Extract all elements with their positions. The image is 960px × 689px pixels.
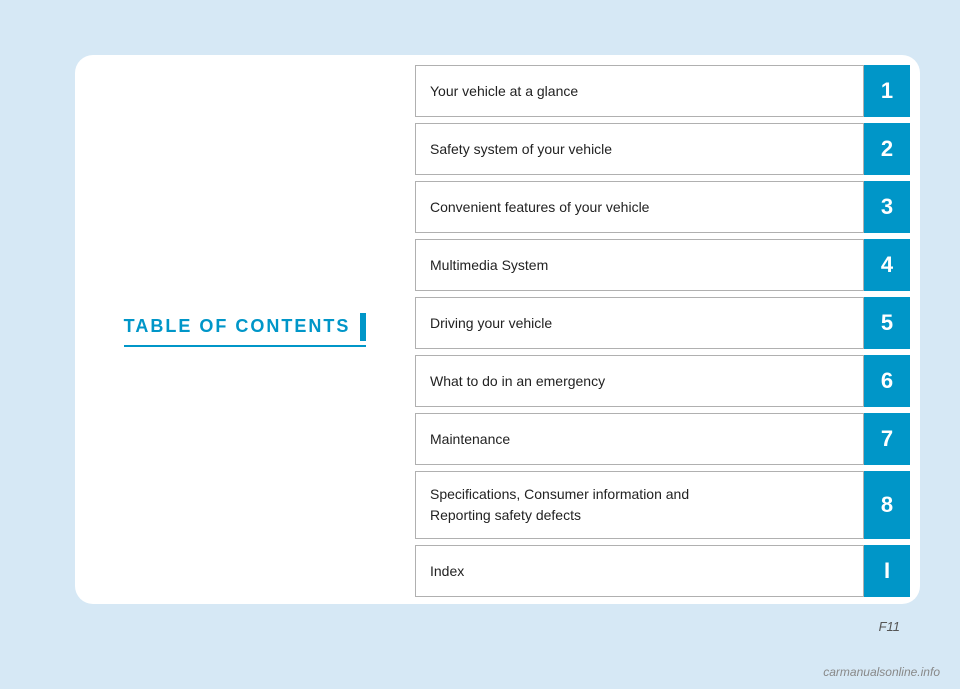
toc-row-8[interactable]: Specifications, Consumer information and…: [415, 471, 910, 539]
toc-item-num-8: 8: [864, 471, 910, 539]
toc-item-num-5: 5: [864, 297, 910, 349]
toc-item-num-4: 4: [864, 239, 910, 291]
toc-label-container: TABLE OF CONTENTS: [124, 313, 367, 341]
toc-item-num-7: 7: [864, 413, 910, 465]
toc-list: Your vehicle at a glance 1 Safety system…: [415, 65, 910, 599]
toc-item-label-3: Convenient features of your vehicle: [415, 181, 864, 233]
left-panel: TABLE OF CONTENTS: [75, 55, 415, 604]
toc-item-label-6: What to do in an emergency: [415, 355, 864, 407]
toc-item-label-8: Specifications, Consumer information and…: [415, 471, 864, 539]
toc-row-3[interactable]: Convenient features of your vehicle 3: [415, 181, 910, 233]
toc-item-num-3: 3: [864, 181, 910, 233]
toc-label-wrapper: TABLE OF CONTENTS: [124, 313, 367, 347]
toc-item-label-4: Multimedia System: [415, 239, 864, 291]
toc-item-num-6: 6: [864, 355, 910, 407]
page-footer: F11: [879, 619, 900, 634]
page-container: TABLE OF CONTENTS Your vehicle at a glan…: [0, 0, 960, 689]
toc-title: TABLE OF CONTENTS: [124, 316, 351, 337]
toc-underline: [124, 345, 367, 347]
toc-row-9[interactable]: Index I: [415, 545, 910, 597]
toc-row-1[interactable]: Your vehicle at a glance 1: [415, 65, 910, 117]
toc-item-label-9: Index: [415, 545, 864, 597]
toc-item-label-1: Your vehicle at a glance: [415, 65, 864, 117]
toc-row-7[interactable]: Maintenance 7: [415, 413, 910, 465]
toc-row-5[interactable]: Driving your vehicle 5: [415, 297, 910, 349]
toc-row-2[interactable]: Safety system of your vehicle 2: [415, 123, 910, 175]
toc-item-label-7: Maintenance: [415, 413, 864, 465]
toc-item-label-2: Safety system of your vehicle: [415, 123, 864, 175]
toc-item-label-5: Driving your vehicle: [415, 297, 864, 349]
toc-item-num-9: I: [864, 545, 910, 597]
watermark: carmanualsonline.info: [823, 665, 940, 679]
toc-item-num-1: 1: [864, 65, 910, 117]
toc-bar-icon: [360, 313, 366, 341]
toc-row-6[interactable]: What to do in an emergency 6: [415, 355, 910, 407]
toc-item-num-2: 2: [864, 123, 910, 175]
toc-row-4[interactable]: Multimedia System 4: [415, 239, 910, 291]
